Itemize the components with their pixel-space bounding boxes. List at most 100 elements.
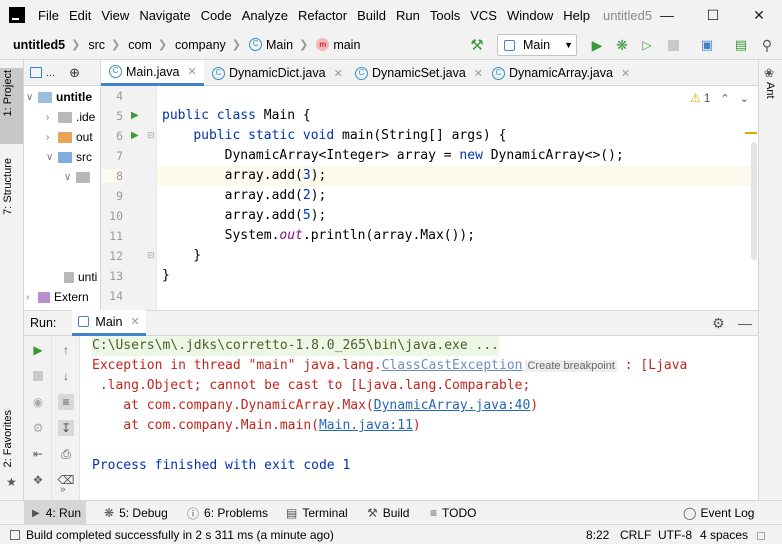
- bottom-tab-event-log[interactable]: ◯ Event Log: [683, 501, 754, 525]
- close-icon[interactable]: ✕: [736, 0, 782, 30]
- stop-icon[interactable]: [30, 368, 46, 384]
- menu-refactor[interactable]: Refactor: [298, 8, 347, 23]
- run-tab-main[interactable]: Main ✕: [72, 310, 146, 336]
- chevron-up-icon[interactable]: ⌃: [720, 92, 729, 105]
- structure-tool-tab[interactable]: 7: Structure: [2, 158, 14, 215]
- menu-edit[interactable]: Edit: [69, 8, 91, 23]
- tree-item-project-root[interactable]: ∨ untitle: [26, 87, 92, 107]
- fold-icon[interactable]: ⊟: [147, 250, 155, 261]
- tree-item-out[interactable]: › out: [46, 127, 93, 147]
- menu-vcs[interactable]: VCS: [470, 8, 497, 23]
- tree-item-iml[interactable]: unti: [64, 267, 97, 287]
- project-structure-icon[interactable]: ▣: [698, 36, 716, 54]
- tree-item-external-libraries[interactable]: › Extern: [26, 287, 89, 307]
- exception-link[interactable]: ClassCastException: [382, 358, 523, 373]
- terminal-window-icon[interactable]: ▤: [732, 36, 750, 54]
- caret-position[interactable]: 8:22: [586, 528, 609, 542]
- line-number: 9: [116, 189, 123, 203]
- minimize-icon[interactable]: —: [644, 0, 690, 30]
- menu-run[interactable]: Run: [396, 8, 420, 23]
- tab-main-java[interactable]: C Main.java ✕: [101, 60, 204, 86]
- breadcrumb-main-method[interactable]: m main: [316, 38, 360, 52]
- create-breakpoint-hint[interactable]: Create breakpoint: [525, 360, 617, 372]
- more-icon[interactable]: »: [60, 484, 66, 495]
- locate-target-icon[interactable]: ⊕: [69, 65, 80, 81]
- code-editor[interactable]: public class Main { public static void m…: [157, 86, 758, 310]
- lock-icon[interactable]: ◻: [756, 528, 766, 542]
- folder-icon: [38, 91, 52, 103]
- bottom-tab-run[interactable]: ▶ 4: Run: [24, 501, 86, 525]
- breadcrumb-project[interactable]: untitled5 ❯: [13, 38, 80, 52]
- pin-icon[interactable]: ❖: [30, 472, 46, 488]
- hide-panel-icon[interactable]: —: [738, 315, 752, 331]
- run-configuration-select[interactable]: Main ▼: [497, 34, 577, 56]
- fold-icon[interactable]: ⊟: [147, 130, 155, 141]
- stop-icon[interactable]: [664, 36, 682, 54]
- tree-item-package[interactable]: ∨: [64, 167, 94, 187]
- build-hammer-icon[interactable]: ⚒: [468, 36, 486, 54]
- project-view-label[interactable]: ...: [46, 67, 55, 79]
- close-tab-icon[interactable]: ✕: [131, 315, 140, 328]
- bottom-tab-build[interactable]: ⚒ Build: [367, 501, 409, 525]
- stack-trace-link[interactable]: DynamicArray.java:40: [374, 398, 531, 413]
- soft-wrap-icon[interactable]: ≡: [58, 394, 74, 410]
- rerun-icon[interactable]: ▶: [30, 342, 46, 358]
- bottom-tab-todo[interactable]: ≡ TODO: [430, 501, 476, 525]
- breadcrumb-main-class[interactable]: C Main ❯: [249, 38, 308, 52]
- scroll-to-end-icon[interactable]: ↧: [58, 420, 74, 436]
- project-tool-tab[interactable]: 1: Project: [2, 70, 14, 116]
- inspection-widget[interactable]: ⚠ 1 ⌃ ⌄: [690, 91, 749, 105]
- menu-help[interactable]: Help: [563, 8, 590, 23]
- stack-trace-link[interactable]: Main.java:11: [319, 418, 413, 433]
- menu-file[interactable]: File: [38, 8, 59, 23]
- exit-icon[interactable]: ⇤: [30, 446, 46, 462]
- settings-gear-icon[interactable]: ⚙: [712, 315, 725, 332]
- breadcrumb-company[interactable]: company ❯: [175, 38, 241, 52]
- debug-bug-icon[interactable]: ❋: [613, 36, 631, 54]
- close-tab-icon[interactable]: ✕: [188, 65, 197, 78]
- settings-icon[interactable]: ⚙: [30, 420, 46, 436]
- run-icon[interactable]: ▶: [588, 36, 606, 54]
- menu-code[interactable]: Code: [201, 8, 232, 23]
- tree-item-idea[interactable]: › .ide: [46, 107, 95, 127]
- arrow-down-icon[interactable]: ↓: [58, 368, 74, 384]
- menu-build[interactable]: Build: [357, 8, 386, 23]
- console-output[interactable]: C:\Users\m\.jdks\corretto-1.8.0_265\bin\…: [80, 336, 758, 500]
- file-encoding[interactable]: UTF-8: [658, 528, 692, 542]
- arrow-up-icon[interactable]: ↑: [58, 342, 74, 358]
- bottom-tab-terminal[interactable]: ▤ Terminal: [286, 501, 348, 525]
- run-method-gutter-icon[interactable]: ▶: [131, 130, 139, 141]
- bottom-tab-problems[interactable]: ⓘ 6: Problems: [187, 501, 268, 525]
- chevron-down-icon[interactable]: ⌄: [740, 92, 749, 105]
- status-toggle-icon[interactable]: [10, 529, 20, 540]
- breadcrumb-com[interactable]: com ❯: [128, 38, 167, 52]
- status-message[interactable]: Build completed successfully in 2 s 311 …: [26, 528, 334, 542]
- tab-dynamic-set[interactable]: C DynamicSet.java ✕: [347, 60, 483, 86]
- favorites-tool-tab[interactable]: 2: Favorites: [2, 410, 14, 467]
- tab-dynamic-dict[interactable]: C DynamicDict.java ✕: [204, 60, 343, 86]
- close-tab-icon[interactable]: ✕: [334, 67, 343, 80]
- print-icon[interactable]: ⎙: [58, 446, 74, 462]
- editor-scrollbar[interactable]: [751, 142, 757, 260]
- run-with-coverage-icon[interactable]: ▷: [638, 36, 656, 54]
- maximize-icon[interactable]: ☐: [690, 0, 736, 30]
- menu-analyze[interactable]: Analyze: [242, 8, 288, 23]
- bottom-tab-debug[interactable]: ❋ 5: Debug: [104, 501, 168, 525]
- tab-dynamic-array[interactable]: C DynamicArray.java ✕: [484, 60, 630, 86]
- menu-tools[interactable]: Tools: [430, 8, 460, 23]
- tree-item-src[interactable]: ∨ src: [46, 147, 92, 167]
- ant-tool-tab[interactable]: Ant: [764, 82, 776, 99]
- warning-stripe[interactable]: [745, 132, 757, 134]
- indent-setting[interactable]: 4 spaces: [700, 528, 748, 542]
- close-tab-icon[interactable]: ✕: [621, 67, 630, 80]
- menu-view[interactable]: View: [101, 8, 129, 23]
- menu-navigate[interactable]: Navigate: [139, 8, 190, 23]
- breadcrumb-src[interactable]: src ❯: [88, 38, 120, 52]
- line-separator[interactable]: CRLF: [620, 528, 651, 542]
- run-panel-header: Run: Main ✕ ⚙ —: [24, 310, 758, 336]
- run-class-gutter-icon[interactable]: ▶: [131, 110, 139, 121]
- camera-icon[interactable]: ◉: [30, 394, 46, 410]
- search-everywhere-icon[interactable]: ⚲: [758, 36, 776, 54]
- close-tab-icon[interactable]: ✕: [474, 67, 483, 80]
- menu-window[interactable]: Window: [507, 8, 553, 23]
